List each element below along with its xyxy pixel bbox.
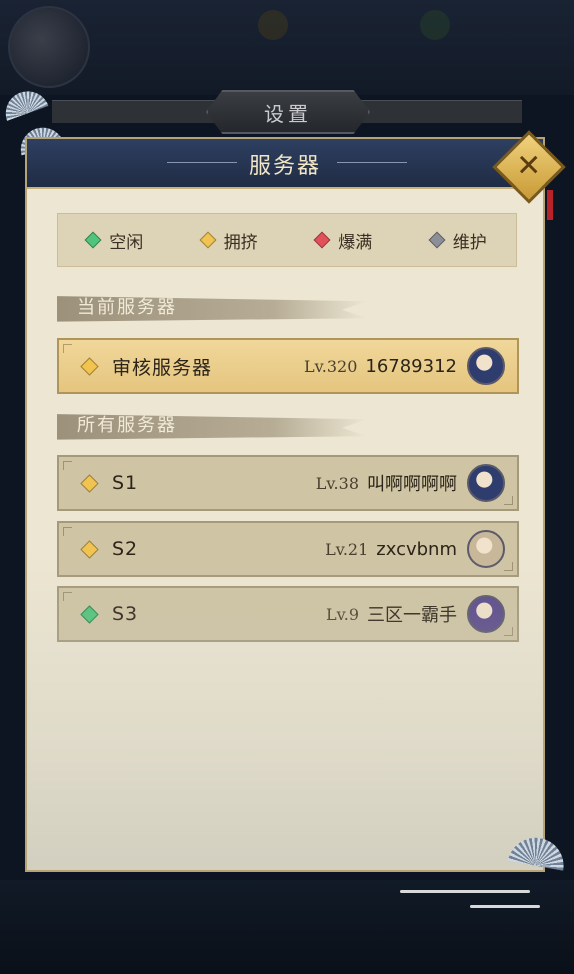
legend-idle: 空闲 <box>84 228 144 253</box>
diamond-icon <box>80 356 99 376</box>
row-corner <box>63 344 72 353</box>
legend-label: 爆满 <box>338 232 373 253</box>
player-avatar <box>467 595 505 633</box>
player-name: 16789312 <box>365 355 457 377</box>
player-avatar <box>467 464 505 502</box>
current-server-heading: 当前服务器 <box>57 296 367 322</box>
player-name: 三区一霸手 <box>367 605 457 626</box>
player-name: zxcvbnm <box>376 538 457 560</box>
background-bottom-bar <box>0 880 574 974</box>
server-row-s2[interactable]: S2 Lv.21 zxcvbnm <box>57 521 519 577</box>
legend-maintenance: 维护 <box>428 228 487 253</box>
server-row-s1[interactable]: S1 Lv.38 叫啊啊啊啊 <box>57 455 519 511</box>
diamond-icon <box>80 604 99 624</box>
header-divider <box>337 162 407 163</box>
legend-label: 空闲 <box>109 232 144 253</box>
settings-tab-label: 设置 <box>264 101 312 126</box>
panel-title: 服务器 <box>248 154 321 179</box>
settings-tab[interactable]: 设置 <box>206 90 370 134</box>
all-servers-heading: 所有服务器 <box>57 414 367 440</box>
diamond-icon <box>80 539 99 559</box>
status-legend: 空闲 拥挤 爆满 维护 <box>57 213 517 267</box>
legend-busy: 拥挤 <box>199 228 258 253</box>
player-avatar <box>467 530 505 568</box>
brush-stroke <box>400 890 530 893</box>
server-panel: 服务器 空闲 拥挤 爆满 维护 当前服务器 审核服务器 Lv.320 16789… <box>25 137 545 872</box>
diamond-icon <box>313 231 331 249</box>
background-coin-icon <box>258 10 288 40</box>
server-name: S2 <box>112 538 139 560</box>
close-icon: ✕ <box>516 148 542 184</box>
row-corner <box>504 562 513 571</box>
legend-full: 爆满 <box>313 228 373 253</box>
player-level: Lv.38 <box>315 473 359 493</box>
current-server-row[interactable]: 审核服务器 Lv.320 16789312 <box>57 338 519 394</box>
player-avatar <box>467 347 505 385</box>
background-avatar <box>8 6 90 88</box>
player-level: Lv.9 <box>325 604 359 624</box>
row-corner <box>504 627 513 636</box>
server-row-s3[interactable]: S3 Lv.9 三区一霸手 <box>57 586 519 642</box>
row-corner <box>63 527 72 536</box>
server-name: 审核服务器 <box>112 356 213 379</box>
server-name: S1 <box>112 472 139 494</box>
diamond-icon <box>84 231 102 249</box>
row-corner <box>63 592 72 601</box>
panel-header: 服务器 <box>27 139 543 189</box>
legend-label: 维护 <box>452 232 487 253</box>
diamond-icon <box>80 473 99 493</box>
player-level: Lv.21 <box>325 539 369 559</box>
player-name: 叫啊啊啊啊 <box>367 474 457 495</box>
server-name: S3 <box>112 603 139 625</box>
legend-label: 拥挤 <box>223 232 258 253</box>
brush-stroke <box>470 905 540 908</box>
row-corner <box>63 461 72 470</box>
background-gem-icon <box>420 10 450 40</box>
diamond-icon <box>199 231 217 249</box>
diamond-icon <box>428 231 446 249</box>
row-corner <box>504 496 513 505</box>
tassel-ornament <box>547 190 553 220</box>
player-level: Lv.320 <box>303 356 358 376</box>
